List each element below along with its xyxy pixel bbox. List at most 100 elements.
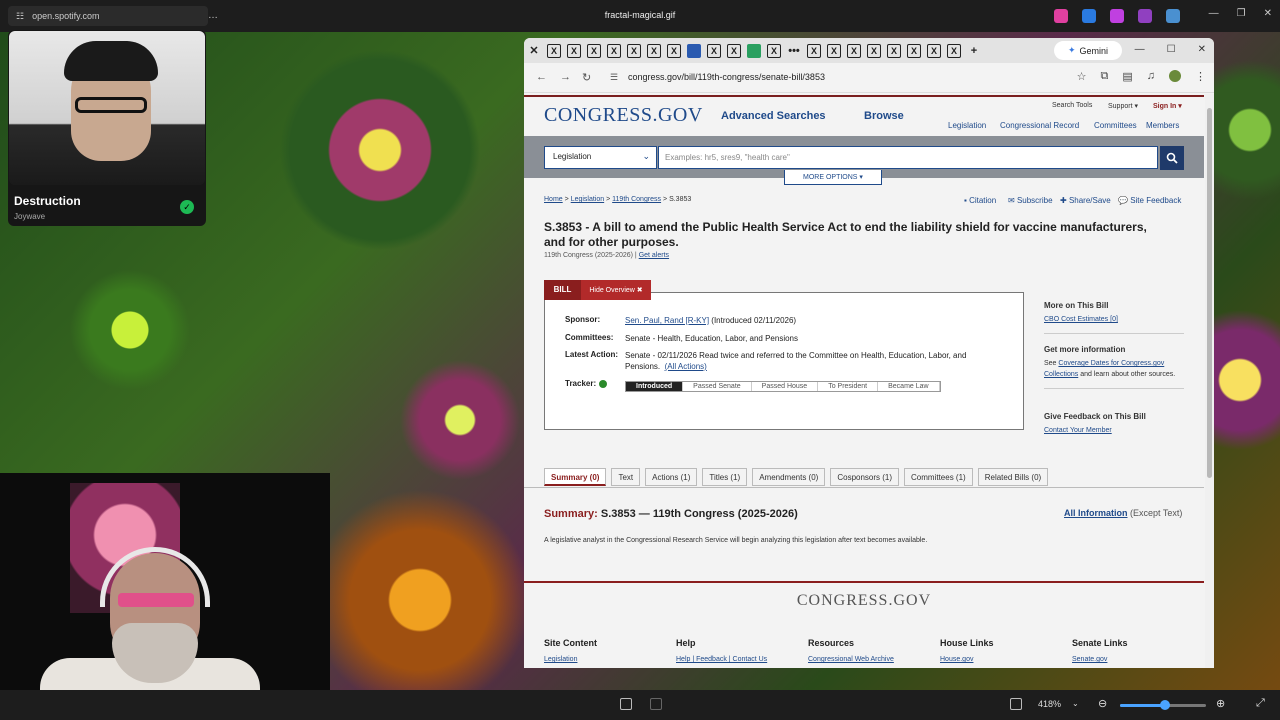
app-icon[interactable] <box>1110 9 1124 23</box>
tab[interactable]: X <box>644 38 664 63</box>
minimize-icon[interactable]: — <box>1209 8 1219 19</box>
tab[interactable]: X <box>764 38 784 63</box>
forward-icon[interactable]: → <box>560 71 571 83</box>
tab[interactable]: X <box>704 38 724 63</box>
tab[interactable]: X <box>584 38 604 63</box>
footer-logo[interactable]: CONGRESS.GOV <box>524 592 1204 610</box>
footer-link[interactable]: House.gov <box>940 656 994 663</box>
search-button[interactable] <box>1160 146 1184 170</box>
saved-check-icon[interactable]: ✓ <box>180 200 194 214</box>
nav-members[interactable]: Members <box>1146 121 1179 130</box>
aspect-icon[interactable] <box>1010 698 1022 710</box>
nav-advanced-searches[interactable]: Advanced Searches <box>721 110 826 122</box>
bill-tab[interactable]: BILL <box>544 280 581 300</box>
tab[interactable]: X <box>824 38 844 63</box>
info-icon[interactable] <box>599 380 607 388</box>
contact-member-link[interactable]: Contact Your Member <box>1044 427 1112 434</box>
search-input[interactable]: Examples: hr5, sres9, "health care" <box>658 146 1158 169</box>
fullscreen-icon[interactable]: ⤢ <box>1256 697 1265 710</box>
nav-committees[interactable]: Committees <box>1094 121 1137 130</box>
tab[interactable]: X <box>844 38 864 63</box>
close-icon[interactable]: ✕ <box>1264 8 1272 19</box>
tab-titles[interactable]: Titles (1) <box>702 468 748 486</box>
more-options-button[interactable]: MORE OPTIONS ▾ <box>784 170 882 185</box>
tab[interactable]: X <box>944 38 964 63</box>
spotify-url-pill[interactable]: ☷ open.spotify.com <box>8 6 208 26</box>
tab[interactable]: X <box>904 38 924 63</box>
tab[interactable]: X <box>864 38 884 63</box>
sponsor-link[interactable]: Sen. Paul, Rand [R-KY] <box>625 316 709 325</box>
tab[interactable]: X <box>664 38 684 63</box>
crop-icon[interactable] <box>650 698 662 710</box>
tab[interactable]: X <box>624 38 644 63</box>
fit-screen-icon[interactable] <box>620 698 632 710</box>
tab-summary[interactable]: Summary (0) <box>544 468 607 486</box>
tab[interactable]: X <box>724 38 744 63</box>
gemini-button[interactable]: ✦ Gemini <box>1054 41 1122 60</box>
tab[interactable]: X <box>564 38 584 63</box>
footer-link[interactable]: Senate.gov <box>1072 656 1128 663</box>
site-info-icon[interactable]: ☰ <box>610 72 618 83</box>
minimize-icon[interactable]: — <box>1135 44 1145 55</box>
all-information-link[interactable]: All Information <box>1064 508 1128 518</box>
get-alerts-link[interactable]: Get alerts <box>639 252 669 259</box>
congress-logo[interactable]: CONGRESS.GOV <box>544 104 703 127</box>
breadcrumb-congress[interactable]: 119th Congress <box>612 196 661 203</box>
tab-text[interactable]: Text <box>611 468 641 486</box>
search-scope-select[interactable]: Legislation ⌄ <box>544 146 657 169</box>
hide-overview-button[interactable]: Hide Overview ✖ <box>581 280 651 300</box>
breadcrumb-home[interactable]: Home <box>544 196 563 203</box>
nav-legislation[interactable]: Legislation <box>948 121 986 130</box>
app-icon[interactable] <box>1166 9 1180 23</box>
media-icon[interactable]: ♫ <box>1147 70 1155 83</box>
close-tab-icon[interactable]: ✕ <box>524 38 544 63</box>
nav-congressional-record[interactable]: Congressional Record <box>1000 121 1079 130</box>
url-field[interactable]: congress.gov/bill/119th-congress/senate-… <box>628 72 825 82</box>
tab[interactable] <box>684 38 704 63</box>
copilot-icon[interactable] <box>1054 9 1068 23</box>
app-icon[interactable] <box>1138 9 1152 23</box>
footer-link[interactable]: Congressional Web Archive <box>808 656 894 663</box>
tab[interactable]: X <box>544 38 564 63</box>
reload-icon[interactable]: ↻ <box>582 71 591 84</box>
tab[interactable]: X <box>924 38 944 63</box>
tab[interactable] <box>744 38 764 63</box>
citation-link[interactable]: ▪ Citation <box>964 196 996 205</box>
profile-avatar[interactable] <box>1169 70 1181 82</box>
tab-amendments[interactable]: Amendments (0) <box>752 468 826 486</box>
page-scrollbar[interactable] <box>1205 94 1214 668</box>
share-save-link[interactable]: ✚ Share/Save <box>1060 196 1111 205</box>
zoom-slider[interactable] <box>1120 700 1206 710</box>
bookmark-star-icon[interactable]: ☆ <box>1077 70 1087 83</box>
tab-cosponsors[interactable]: Cosponsors (1) <box>830 468 900 486</box>
tab-committees[interactable]: Committees (1) <box>904 468 973 486</box>
zoom-out-icon[interactable]: ⊖ <box>1098 697 1107 710</box>
menu-icon[interactable]: ⋮ <box>1195 70 1206 83</box>
search-tools-link[interactable]: Search Tools <box>1052 102 1092 109</box>
tab[interactable]: X <box>884 38 904 63</box>
tab[interactable]: X <box>804 38 824 63</box>
all-actions-link[interactable]: (All Actions) <box>665 362 707 371</box>
back-icon[interactable]: ← <box>536 71 547 83</box>
site-feedback-link[interactable]: 💬 Site Feedback <box>1118 196 1181 205</box>
footer-link[interactable]: Legislation <box>544 656 597 663</box>
close-icon[interactable]: ✕ <box>1198 44 1206 55</box>
new-tab-button[interactable]: + <box>964 38 984 63</box>
tab-actions[interactable]: Actions (1) <box>645 468 698 486</box>
maximize-icon[interactable]: ☐ <box>1167 44 1176 55</box>
tab[interactable]: X <box>604 38 624 63</box>
more-icon[interactable]: … <box>208 10 218 21</box>
nav-browse[interactable]: Browse <box>864 110 904 122</box>
zoom-in-icon[interactable]: ⊕ <box>1216 697 1225 710</box>
footer-link[interactable]: Help | Feedback | Contact Us <box>676 656 767 663</box>
support-menu[interactable]: Support ▾ <box>1108 102 1138 110</box>
app-icon[interactable] <box>1082 9 1096 23</box>
chevron-down-icon[interactable]: ⌄ <box>1072 699 1079 708</box>
sign-in-menu[interactable]: Sign In ▾ <box>1153 102 1182 110</box>
tab-related-bills[interactable]: Related Bills (0) <box>977 468 1049 486</box>
breadcrumb-legislation[interactable]: Legislation <box>571 196 604 203</box>
subscribe-link[interactable]: ✉ Subscribe <box>1008 196 1053 205</box>
restore-icon[interactable]: ❐ <box>1237 8 1246 19</box>
extensions-icon[interactable]: ⧉ <box>1100 70 1108 83</box>
zoom-level[interactable]: 418% <box>1038 699 1061 709</box>
